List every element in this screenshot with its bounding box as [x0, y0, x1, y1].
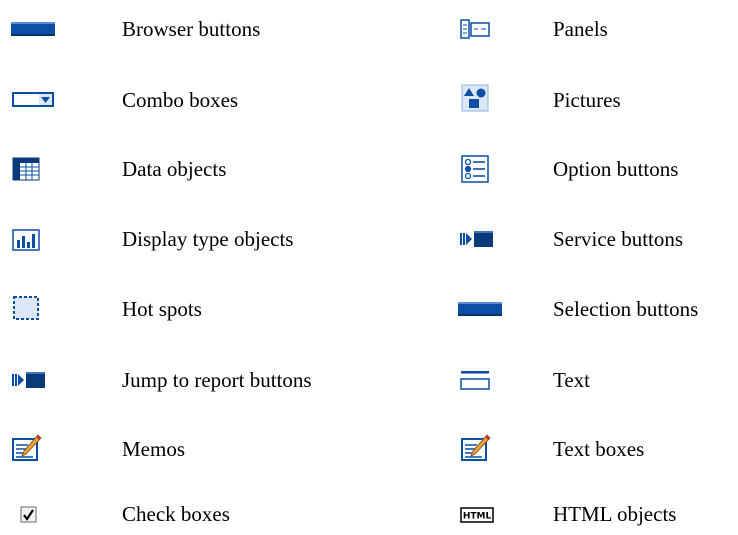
text-box-pencil-icon [461, 434, 491, 461]
text-icon [460, 369, 490, 391]
legend-item-label: Selection buttons [553, 297, 699, 321]
option-buttons-icon [461, 155, 489, 183]
legend-item-label: Pictures [553, 88, 621, 112]
legend-item-label: Text [553, 368, 591, 392]
panels-icon [460, 18, 490, 40]
html-icon: HTML [460, 507, 494, 529]
legend-item-label: Service buttons [553, 227, 684, 251]
legend-item-panels: Panels [0, 16, 738, 46]
legend-item-selection-buttons: Selection buttons [0, 296, 738, 326]
legend-item-service-buttons: Service buttons [0, 226, 738, 256]
legend-item-label: Text boxes [553, 437, 645, 461]
legend-item-label: Option buttons [553, 157, 679, 181]
svg-text:HTML: HTML [463, 512, 492, 522]
legend-item-label: HTML objects [553, 502, 677, 526]
service-button-icon [460, 230, 493, 252]
legend-item-html-objects: HTML HTML objects [0, 502, 738, 535]
legend-item-pictures: Pictures [0, 84, 738, 114]
legend-item-label: Panels [553, 17, 608, 41]
legend-item-option-buttons: Option buttons [0, 155, 738, 185]
pictures-icon [461, 84, 489, 112]
legend-item-text: Text [0, 367, 738, 397]
selection-button-icon [457, 300, 502, 322]
legend-item-text-boxes: Text boxes [0, 434, 738, 464]
